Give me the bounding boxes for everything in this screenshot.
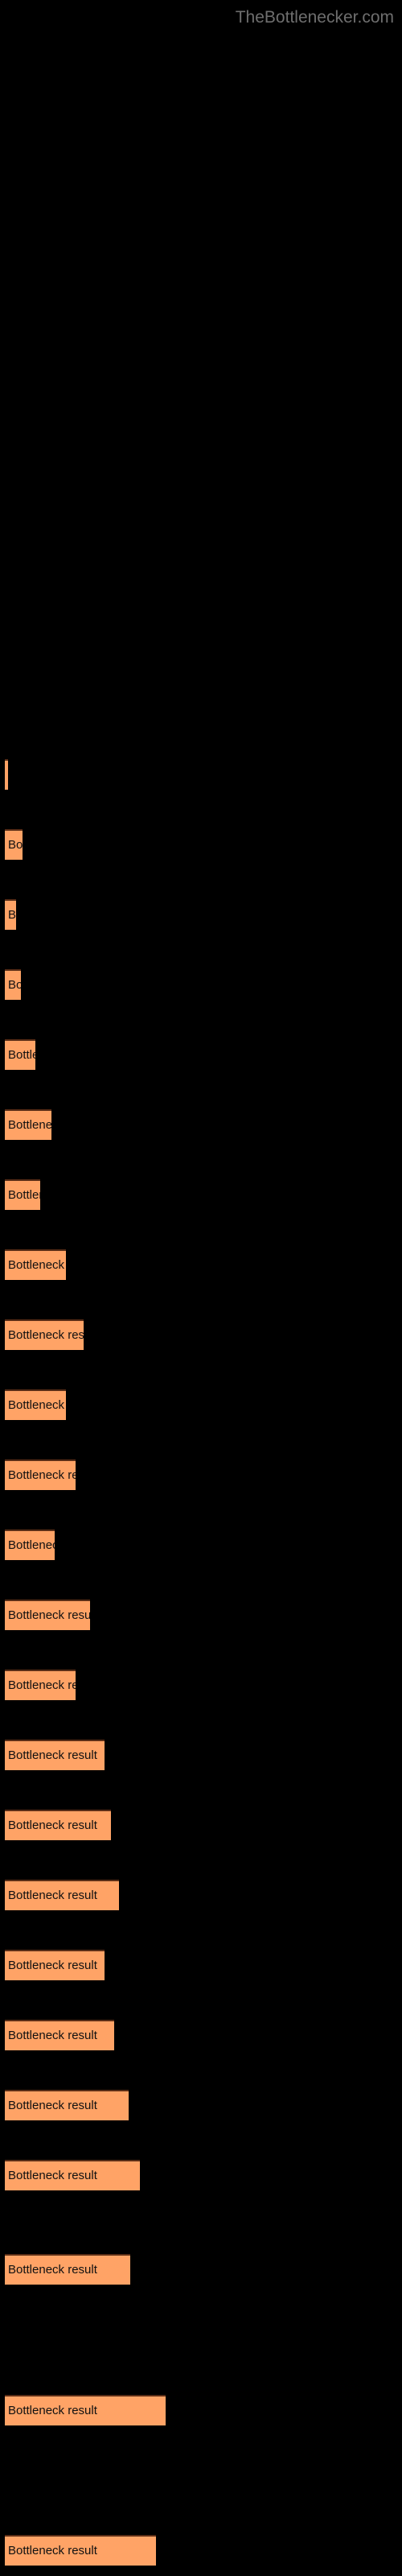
bar-5[interactable]: Bottleneck result (5, 1039, 35, 1070)
bar-21[interactable]: Bottleneck result (5, 2160, 140, 2190)
bar-18[interactable]: Bottleneck result (5, 1950, 105, 1980)
bar-label: Bottleneck result (8, 1889, 97, 1902)
bar-row: Bottleneck result (0, 1670, 402, 1702)
bar-row: Bottleneck result (0, 2160, 402, 2192)
bar-24[interactable]: Bottleneck result (5, 2535, 156, 2566)
bar-label: Bottleneck result (8, 908, 16, 922)
bar-22[interactable]: Bottleneck result (5, 2254, 130, 2285)
bar-7[interactable]: Bottleneck result (5, 1179, 40, 1210)
bar-19[interactable]: Bottleneck result (5, 2020, 114, 2050)
bar-label: Bottleneck result (8, 1118, 51, 1132)
bottleneck-bar-chart: Bottleneck result Bottleneck result Bottle… (0, 0, 402, 2576)
bar-8[interactable]: Bottleneck result (5, 1249, 66, 1280)
bar-row: Bottleneck result (0, 1600, 402, 1632)
bar-label: Bottleneck result (8, 1678, 76, 1692)
bar-label: Bottleneck result (8, 1468, 76, 1482)
bar-row: Bottleneck result (0, 1249, 402, 1282)
bar-row: Bottleneck result (0, 1179, 402, 1212)
bar-row: Bottleneck result (0, 969, 402, 1001)
bar-row: Bottleneck result (0, 1810, 402, 1842)
bar-4[interactable]: Bottleneck result (5, 969, 21, 1000)
bar-label: Bottleneck result (8, 1959, 97, 1972)
bar-1[interactable]: Bottleneck result (5, 759, 8, 790)
bar-row: Bottleneck result (0, 1459, 402, 1492)
bar-row: Bottleneck result (0, 1950, 402, 1982)
bar-10[interactable]: Bottleneck result (5, 1389, 66, 1420)
bar-11[interactable]: Bottleneck result (5, 1459, 76, 1490)
bar-9[interactable]: Bottleneck result (5, 1319, 84, 1350)
bar-row: Bottleneck result (0, 1740, 402, 1772)
bar-row: Bottleneck result (0, 2535, 402, 2567)
bar-label: Bottleneck result (8, 1048, 35, 1062)
bar-label: Bottleneck result (8, 2029, 97, 2042)
bar-23[interactable]: Bottleneck result (5, 2395, 166, 2425)
bar-row: Bottleneck result (0, 899, 402, 931)
bar-15[interactable]: Bottleneck result (5, 1740, 105, 1770)
bar-label: Bottleneck result (8, 838, 23, 852)
bar-row: Bottleneck result (0, 2020, 402, 2052)
bar-label: Bottleneck result (8, 1608, 90, 1622)
bar-label: Bottleneck result (8, 2544, 97, 2557)
page-root: TheBottlenecker.com Bottleneck resultBot… (0, 0, 402, 2576)
bar-row: Bottleneck result (0, 1880, 402, 1912)
bar-row: Bottleneck result (0, 1530, 402, 1562)
bar-row: Bottleneck result (0, 1109, 402, 1141)
bar-13[interactable]: Bottleneck result (5, 1600, 90, 1630)
bar-label: Bottleneck result (8, 1748, 97, 1762)
bar-6[interactable]: Bottleneck result (5, 1109, 51, 1140)
bar-16[interactable]: Bottleneck result (5, 1810, 111, 1840)
bar-label: Bottleneck result (8, 1818, 97, 1832)
bar-label: Bottleneck result (8, 1538, 55, 1552)
bar-row: Bottleneck result (0, 1039, 402, 1071)
bar-17[interactable]: Bottleneck result (5, 1880, 119, 1910)
bar-row: Bottleneck result (0, 759, 402, 791)
bar-row: Bottleneck result (0, 1389, 402, 1422)
bar-label: Bottleneck result (8, 978, 21, 992)
bar-label: Bottleneck result (8, 1398, 66, 1412)
bar-12[interactable]: Bottleneck result (5, 1530, 55, 1560)
bar-label: Bottleneck result (8, 2263, 97, 2277)
bar-2[interactable]: Bottleneck result (5, 829, 23, 860)
bar-label: Bottleneck result (8, 1188, 40, 1202)
bar-row: Bottleneck result (0, 2395, 402, 2427)
bar-row: Bottleneck result (0, 2090, 402, 2122)
bar-label: Bottleneck result (8, 2404, 97, 2417)
bar-label: Bottleneck result (8, 2099, 97, 2112)
bar-20[interactable]: Bottleneck result (5, 2090, 129, 2120)
bar-label: Bottleneck result (8, 1258, 66, 1272)
bar-row: Bottleneck result (0, 2254, 402, 2286)
bar-label: Bottleneck result (8, 1328, 84, 1342)
bar-14[interactable]: Bottleneck result (5, 1670, 76, 1700)
bar-3[interactable]: Bottleneck result (5, 899, 16, 930)
bar-row: Bottleneck result (0, 829, 402, 861)
bar-label: Bottleneck result (8, 2169, 97, 2182)
bar-row: Bottleneck result (0, 1319, 402, 1352)
